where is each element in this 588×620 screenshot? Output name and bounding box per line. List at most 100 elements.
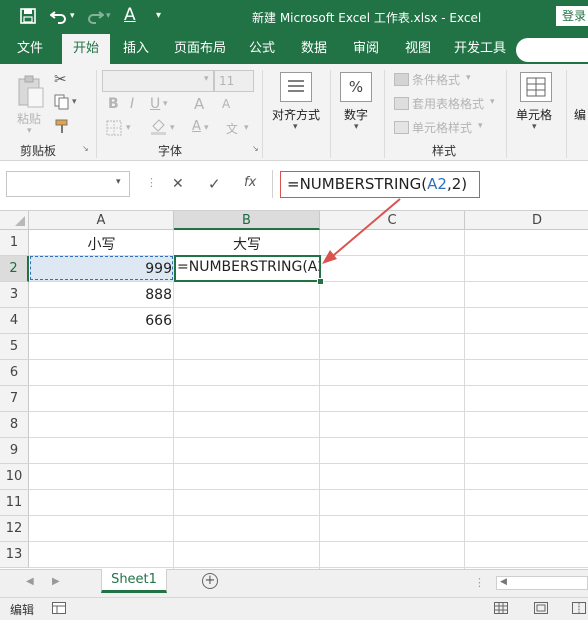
scroll-sheets-left-icon[interactable]: ◀ [26,576,34,587]
tab-review[interactable]: 审阅 [344,34,388,64]
grow-font-button[interactable]: A [194,95,204,113]
cell-a1[interactable]: 小写 [29,234,174,254]
tab-file[interactable]: 文件 [8,34,52,64]
table-format-button[interactable]: 套用表格格式 [412,95,484,112]
cell-a3[interactable]: 888 [29,287,172,303]
clipboard-launcher-icon[interactable]: ↘ [82,144,89,153]
cells-button[interactable]: 单元格 [516,106,552,123]
login-button[interactable]: 登录 [556,6,588,26]
cell-styles-dropdown-icon[interactable]: ▾ [478,121,483,131]
font-name-combo[interactable] [102,70,214,92]
phonetic-dropdown-icon[interactable]: ▾ [244,123,249,133]
row-header-5[interactable]: 5 [0,334,29,360]
row-header-12[interactable]: 12 [0,516,29,542]
alignment-dropdown-icon[interactable]: ▾ [293,122,298,132]
tab-split-handle-icon[interactable]: ⋮ [474,576,485,589]
select-all-corner[interactable] [0,211,29,230]
scroll-sheets-right-icon[interactable]: ▶ [52,576,60,587]
row-header-9[interactable]: 9 [0,438,29,464]
horizontal-scrollbar[interactable] [496,576,588,590]
row-header-10[interactable]: 10 [0,464,29,490]
fill-color-dropdown-icon[interactable]: ▾ [170,123,175,133]
column-header-b[interactable]: B [174,211,320,230]
font-color-button[interactable]: A [192,119,201,134]
cell-styles-icon[interactable] [394,121,409,134]
cell-styles-button[interactable]: 单元格样式 [412,119,472,136]
row-header-3[interactable]: 3 [0,282,29,308]
font-color-icon[interactable]: A [124,5,136,25]
borders-icon[interactable] [106,120,122,139]
conditional-format-icon[interactable] [394,73,409,86]
cut-icon[interactable]: ✂ [54,70,67,88]
cell-b2-editing[interactable]: =NUMBERSTRING(A2 [177,259,319,275]
cell-b1[interactable]: 大写 [174,234,320,254]
normal-view-icon[interactable] [494,602,508,617]
table-format-icon[interactable] [394,97,409,110]
row-header-7[interactable]: 7 [0,386,29,412]
paste-dropdown-icon[interactable]: ▾ [27,126,32,136]
cell-a4[interactable]: 666 [29,313,172,329]
font-color-dropdown-icon[interactable]: ▾ [204,123,209,133]
paste-label[interactable]: 粘贴 [17,110,41,127]
tab-insert[interactable]: 插入 [114,34,158,64]
number-button[interactable]: 数字 [344,106,368,123]
paste-icon[interactable] [16,74,46,113]
name-box-dropdown-icon[interactable]: ▾ [116,177,121,187]
macro-record-icon[interactable] [52,602,66,617]
page-layout-view-icon[interactable] [534,602,548,617]
page-break-view-icon[interactable] [572,602,586,617]
row-header-1[interactable]: 1 [0,230,29,256]
tab-formulas[interactable]: 公式 [240,34,284,64]
cell-a2[interactable]: 999 [29,261,172,277]
copy-icon[interactable] [54,94,70,113]
number-icon[interactable]: % [340,72,372,102]
font-name-dropdown-icon[interactable]: ▾ [204,74,209,84]
formula-input[interactable]: =NUMBERSTRING(A2,2) [280,171,480,198]
row-header-4[interactable]: 4 [0,308,29,334]
cancel-entry-button[interactable]: ✕ [172,176,184,192]
row-header-8[interactable]: 8 [0,412,29,438]
fill-handle[interactable] [317,278,324,285]
cells-dropdown-icon[interactable]: ▾ [532,122,537,132]
tab-data[interactable]: 数据 [292,34,336,64]
underline-dropdown-icon[interactable]: ▾ [163,99,168,109]
format-painter-icon[interactable] [54,118,70,137]
tab-developer[interactable]: 开发工具 [448,34,512,64]
conditional-format-button[interactable]: 条件格式 [412,71,460,88]
cells-icon[interactable] [520,72,552,102]
editing-button[interactable]: 编 [574,106,586,123]
phonetic-icon[interactable]: 文 [226,120,238,137]
number-dropdown-icon[interactable]: ▾ [354,122,359,132]
tab-view[interactable]: 视图 [396,34,440,64]
underline-button[interactable]: U [150,96,160,112]
row-header-13[interactable]: 13 [0,542,29,568]
new-sheet-button[interactable]: + [202,573,218,589]
tell-me-box[interactable] [516,38,588,62]
insert-function-button[interactable]: fx [244,175,256,190]
italic-button[interactable]: I [130,96,134,112]
fill-color-icon[interactable] [150,119,168,138]
copy-dropdown-icon[interactable]: ▾ [72,97,77,107]
font-launcher-icon[interactable]: ↘ [252,144,259,153]
name-box[interactable] [6,171,130,197]
row-header-11[interactable]: 11 [0,490,29,516]
row-header-2[interactable]: 2 [0,256,29,282]
shrink-font-button[interactable]: A [222,97,230,111]
table-format-dropdown-icon[interactable]: ▾ [490,97,495,107]
column-header-d[interactable]: D [465,211,588,230]
save-icon[interactable] [20,8,36,28]
column-header-a[interactable]: A [29,211,174,230]
borders-dropdown-icon[interactable]: ▾ [126,123,131,133]
undo-icon[interactable] [49,8,68,28]
conditional-format-dropdown-icon[interactable]: ▾ [466,73,471,83]
tab-page-layout[interactable]: 页面布局 [168,34,232,64]
customize-qat-icon[interactable]: ▾ [156,10,161,21]
undo-dropdown-icon[interactable]: ▾ [70,11,75,21]
enter-entry-button[interactable]: ✓ [208,175,221,193]
alignment-icon[interactable] [280,72,312,102]
font-size-combo[interactable]: 11 [214,70,254,92]
row-header-6[interactable]: 6 [0,360,29,386]
bold-button[interactable]: B [108,96,119,112]
alignment-button[interactable]: 对齐方式 [272,106,320,123]
scroll-left-icon[interactable]: ◀ [500,577,507,587]
